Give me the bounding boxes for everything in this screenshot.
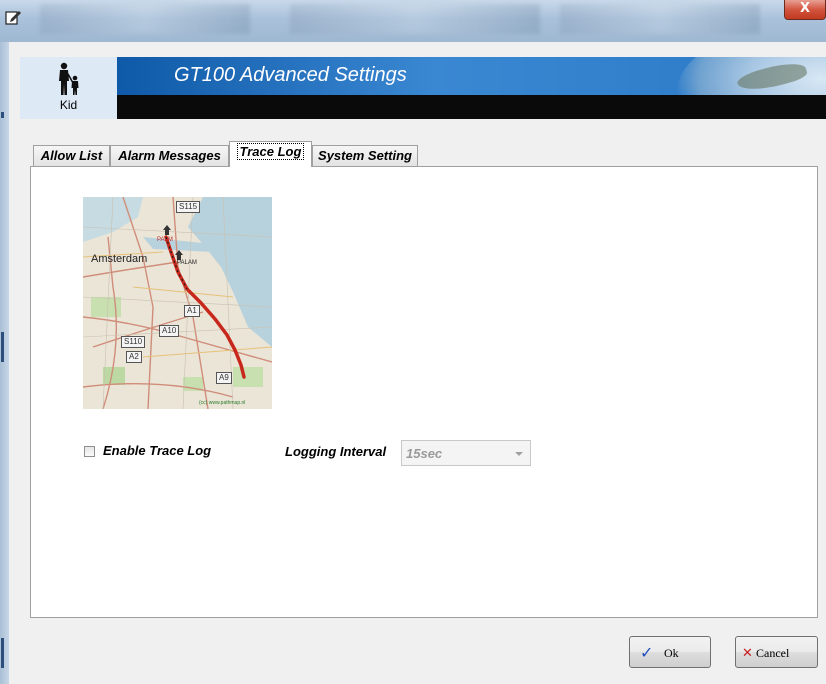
- titlebar-blur: [560, 4, 760, 34]
- tab-system-setting[interactable]: System Setting: [312, 145, 418, 166]
- map-city-label: Amsterdam: [91, 253, 148, 265]
- road-shield: S110: [121, 336, 146, 348]
- map-marker-label: PALM: [157, 237, 173, 243]
- page-title: GT100 Advanced Settings: [174, 64, 407, 86]
- tab-label: System Setting: [318, 148, 412, 163]
- close-window-button[interactable]: X: [784, 0, 826, 20]
- road-shield: S115: [176, 201, 201, 213]
- parent-child-icon: [59, 62, 79, 95]
- map-marker-label: PALAM: [177, 260, 197, 266]
- border-mark: [1, 332, 4, 362]
- ok-button-label: Ok: [664, 646, 679, 660]
- window-titlebar[interactable]: X: [0, 0, 826, 42]
- border-mark: [1, 112, 4, 118]
- chevron-down-icon: [515, 452, 523, 456]
- header-banner: GT100 Advanced Settings: [117, 57, 826, 95]
- tab-trace-log[interactable]: Trace Log: [229, 141, 312, 167]
- enable-trace-log-label[interactable]: Enable Trace Log: [103, 443, 211, 458]
- road-shield: A10: [159, 325, 180, 337]
- checkmark-icon: ✓: [640, 645, 654, 662]
- cancel-button-label: Cancel: [756, 646, 790, 660]
- titlebar-blur: [40, 4, 250, 34]
- road-shield: A2: [126, 351, 142, 363]
- logging-interval-value: 15sec: [406, 446, 443, 461]
- header-banner-strip: [117, 95, 826, 119]
- border-mark: [1, 638, 4, 668]
- trace-map[interactable]: Amsterdam PALM PALAM S115 A1 A10 S110 A2…: [83, 197, 272, 409]
- tab-allow-list[interactable]: Allow List: [33, 145, 110, 166]
- logging-interval-label: Logging Interval: [285, 444, 387, 459]
- tab-label: Alarm Messages: [118, 148, 221, 163]
- road-shield: A1: [184, 305, 200, 317]
- map-credit: (cc) www.pathmap.nl: [199, 400, 246, 406]
- tab-alarm-messages[interactable]: Alarm Messages: [110, 145, 229, 166]
- map-graphic: [83, 197, 272, 409]
- window-left-border: [0, 42, 9, 684]
- cancel-button[interactable]: ✕ Cancel: [735, 636, 818, 668]
- ok-button[interactable]: ✓ Ok: [629, 636, 711, 668]
- titlebar-blur: [290, 4, 540, 34]
- road-shield: A9: [216, 372, 232, 384]
- logging-interval-select[interactable]: 15sec: [401, 440, 531, 466]
- enable-trace-log-checkbox[interactable]: [84, 446, 95, 457]
- profile-label: Kid: [59, 98, 78, 112]
- x-icon: ✕: [742, 645, 753, 660]
- tab-label: Allow List: [40, 148, 103, 163]
- profile-panel: Kid: [20, 57, 117, 119]
- tab-label: Trace Log: [236, 143, 305, 160]
- app-icon[interactable]: [4, 8, 22, 26]
